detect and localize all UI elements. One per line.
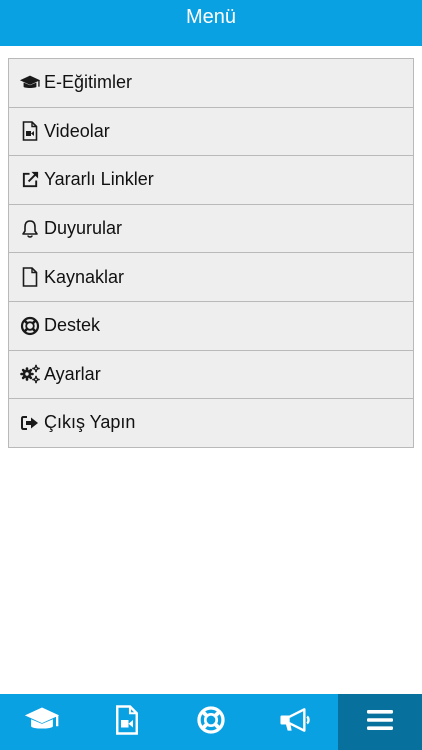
menu-item-label: Çıkış Yapın xyxy=(44,412,136,433)
menu-item-label: Ayarlar xyxy=(44,363,101,384)
life-ring-icon xyxy=(196,705,226,740)
bottom-tab-bar xyxy=(0,694,422,750)
cogs-icon xyxy=(19,363,41,385)
menu-item-ayarlar[interactable]: Ayarlar xyxy=(8,350,414,400)
menu-item-e-egitimler[interactable]: E-Eğitimler xyxy=(8,58,414,108)
app-screen: Menü E-Eğitimler Videolar Yararlı Linkle… xyxy=(0,0,422,750)
menu-item-label: Kaynaklar xyxy=(44,266,125,287)
menu-item-cikis-yapin[interactable]: Çıkış Yapın xyxy=(8,399,414,448)
menu-item-duyurular[interactable]: Duyurular xyxy=(8,204,414,254)
video-file-icon xyxy=(19,120,41,142)
tab-e-egitimler[interactable] xyxy=(0,694,84,750)
menu-item-destek[interactable]: Destek xyxy=(8,301,414,351)
page-title: Menü xyxy=(185,6,237,28)
life-ring-icon xyxy=(19,315,41,337)
menu-item-yararli-linkler[interactable]: Yararlı Linkler xyxy=(8,156,414,205)
tab-videolar[interactable] xyxy=(84,694,168,750)
megaphone-icon xyxy=(279,706,311,739)
file-icon xyxy=(19,266,41,288)
tab-destek[interactable] xyxy=(169,694,253,750)
menu-item-label: Duyurular xyxy=(44,218,123,239)
sign-out-icon xyxy=(19,412,41,434)
hamburger-menu-icon xyxy=(366,708,394,737)
header-bar: Menü xyxy=(0,0,422,46)
menu-list: E-Eğitimler Videolar Yararlı Linkler Duy… xyxy=(8,58,414,448)
video-file-icon xyxy=(115,704,139,740)
bell-icon xyxy=(19,218,41,240)
tab-menu[interactable] xyxy=(337,694,422,750)
menu-item-label: E-Eğitimler xyxy=(44,72,133,93)
menu-item-label: Videolar xyxy=(44,120,110,141)
menu-item-label: Destek xyxy=(44,315,101,336)
menu-item-label: Yararlı Linkler xyxy=(44,169,154,190)
graduation-cap-icon xyxy=(19,72,41,94)
menu-item-videolar[interactable]: Videolar xyxy=(8,107,414,157)
tab-duyurular[interactable] xyxy=(253,694,337,750)
menu-item-kaynaklar[interactable]: Kaynaklar xyxy=(8,253,414,302)
graduation-cap-icon xyxy=(23,706,61,739)
external-link-icon xyxy=(19,169,41,191)
